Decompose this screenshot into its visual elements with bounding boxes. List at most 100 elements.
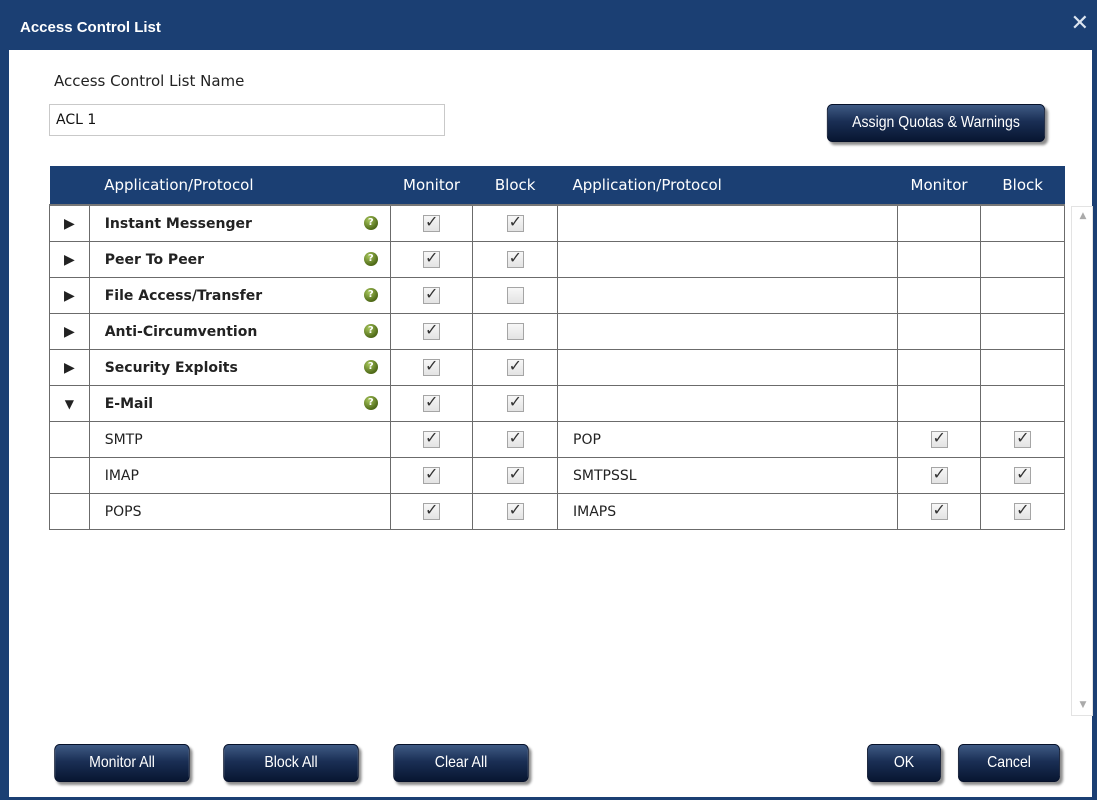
block-checkbox[interactable]: [506, 428, 524, 448]
category-name: File Access/Transfer: [104, 287, 263, 304]
acl-name-input[interactable]: [49, 104, 445, 136]
monitor-cell: [896, 457, 982, 494]
question-circle-icon[interactable]: ?: [363, 251, 378, 266]
empty-cell: [980, 277, 1065, 314]
cancel-button[interactable]: Cancel: [957, 744, 1061, 782]
monitor-checkbox[interactable]: [930, 464, 948, 484]
monitor-all-button[interactable]: Monitor All: [54, 744, 190, 782]
table-header-row: Application/Protocol Monitor Block Appli…: [49, 166, 1065, 205]
protocol-name-right: POP: [557, 421, 898, 458]
block-checkbox[interactable]: [506, 248, 524, 268]
empty-cell: [980, 241, 1065, 278]
question-circle-icon[interactable]: ?: [363, 287, 378, 302]
triangle-right-icon[interactable]: ▶: [49, 349, 90, 386]
block-checkbox[interactable]: [506, 392, 524, 412]
monitor-checkbox[interactable]: [423, 392, 441, 412]
category-name: Anti-Circumvention: [104, 323, 258, 340]
monitor-checkbox[interactable]: [423, 500, 441, 520]
block-cell: [472, 457, 558, 494]
protocol-row[interactable]: IMAP SMTPSSL: [49, 457, 1065, 494]
block-cell: [980, 421, 1065, 458]
monitor-checkbox[interactable]: [423, 428, 441, 448]
monitor-cell: [389, 313, 474, 350]
question-circle-icon[interactable]: ?: [363, 395, 378, 410]
triangle-right-icon[interactable]: ▶: [49, 204, 90, 242]
category-cell: Instant Messenger?: [88, 204, 391, 242]
block-checkbox[interactable]: [1014, 428, 1032, 448]
triangle-right-icon[interactable]: ▶: [49, 313, 90, 350]
category-row[interactable]: ▶ Anti-Circumvention?: [49, 313, 1065, 350]
triangle-right-icon[interactable]: ▶: [49, 277, 90, 314]
assign-quotas-button[interactable]: Assign Quotas & Warnings: [826, 104, 1046, 142]
monitor-checkbox[interactable]: [423, 212, 441, 232]
clear-all-button[interactable]: Clear All: [393, 744, 529, 782]
block-cell: [472, 349, 558, 386]
category-row[interactable]: ▶ Instant Messenger?: [49, 204, 1065, 242]
header-application-left[interactable]: Application/Protocol: [89, 166, 391, 205]
category-name: Peer To Peer: [104, 251, 205, 268]
vertical-scrollbar[interactable]: [1071, 206, 1093, 716]
block-checkbox[interactable]: [506, 356, 524, 376]
block-checkbox[interactable]: [1014, 500, 1032, 520]
monitor-cell: [389, 385, 474, 422]
protocol-row[interactable]: SMTP POP: [49, 421, 1065, 458]
protocol-row[interactable]: POPS IMAPS: [49, 493, 1065, 530]
header-block-left[interactable]: Block: [472, 166, 558, 205]
block-checkbox[interactable]: [506, 287, 524, 304]
header-application-right[interactable]: Application/Protocol: [557, 166, 898, 205]
question-circle-icon[interactable]: ?: [363, 215, 378, 230]
monitor-checkbox[interactable]: [423, 248, 441, 268]
question-circle-icon[interactable]: ?: [363, 359, 378, 374]
block-checkbox[interactable]: [506, 464, 524, 484]
header-monitor-right[interactable]: Monitor: [897, 166, 981, 205]
empty-cell: [980, 349, 1065, 386]
monitor-cell: [896, 421, 982, 458]
question-circle-icon[interactable]: ?: [363, 323, 378, 338]
header-monitor-left[interactable]: Monitor: [390, 166, 473, 205]
empty-cell: [557, 204, 898, 242]
empty-cell: [896, 241, 982, 278]
block-checkbox[interactable]: [506, 323, 524, 340]
monitor-checkbox[interactable]: [423, 464, 441, 484]
category-row[interactable]: ▶ Security Exploits?: [49, 349, 1065, 386]
category-cell: Peer To Peer?: [88, 241, 391, 278]
block-cell: [472, 421, 558, 458]
category-name: E-Mail: [104, 395, 154, 412]
protocol-table: Application/Protocol Monitor Block Appli…: [49, 166, 1065, 530]
category-name: Security Exploits: [104, 359, 238, 376]
block-checkbox[interactable]: [506, 500, 524, 520]
empty-cell: [896, 277, 982, 314]
empty-cell: [557, 241, 898, 278]
block-checkbox[interactable]: [1014, 464, 1032, 484]
block-cell: [472, 385, 558, 422]
empty-cell: [557, 385, 898, 422]
scroll-up-icon[interactable]: ▲: [1074, 207, 1092, 225]
category-row[interactable]: ▶ Peer To Peer?: [49, 241, 1065, 278]
category-row[interactable]: ▶ File Access/Transfer?: [49, 277, 1065, 314]
monitor-checkbox[interactable]: [423, 320, 441, 340]
title-bar[interactable]: Access Control List ✕: [0, 0, 1097, 50]
empty-cell: [980, 204, 1065, 242]
block-cell: [472, 493, 558, 530]
category-row[interactable]: ▼ E-Mail?: [49, 385, 1065, 422]
monitor-checkbox[interactable]: [930, 428, 948, 448]
close-icon[interactable]: ✕: [1071, 13, 1089, 35]
monitor-cell: [389, 277, 474, 314]
triangle-right-icon[interactable]: ▶: [49, 241, 90, 278]
monitor-checkbox[interactable]: [423, 356, 441, 376]
acl-name-label: Access Control List Name: [54, 72, 245, 90]
header-block-right[interactable]: Block: [980, 166, 1065, 205]
block-checkbox[interactable]: [506, 212, 524, 232]
block-cell: [472, 277, 558, 314]
block-cell: [472, 241, 558, 278]
ok-button[interactable]: OK: [867, 744, 941, 782]
indent-cell: [49, 457, 90, 494]
protocol-name-left: SMTP: [88, 421, 391, 458]
monitor-checkbox[interactable]: [423, 284, 441, 304]
block-all-button[interactable]: Block All: [223, 744, 359, 782]
triangle-down-icon[interactable]: ▼: [49, 385, 90, 422]
empty-cell: [896, 385, 982, 422]
monitor-checkbox[interactable]: [930, 500, 948, 520]
empty-cell: [557, 277, 898, 314]
scroll-down-icon[interactable]: ▼: [1074, 696, 1092, 714]
